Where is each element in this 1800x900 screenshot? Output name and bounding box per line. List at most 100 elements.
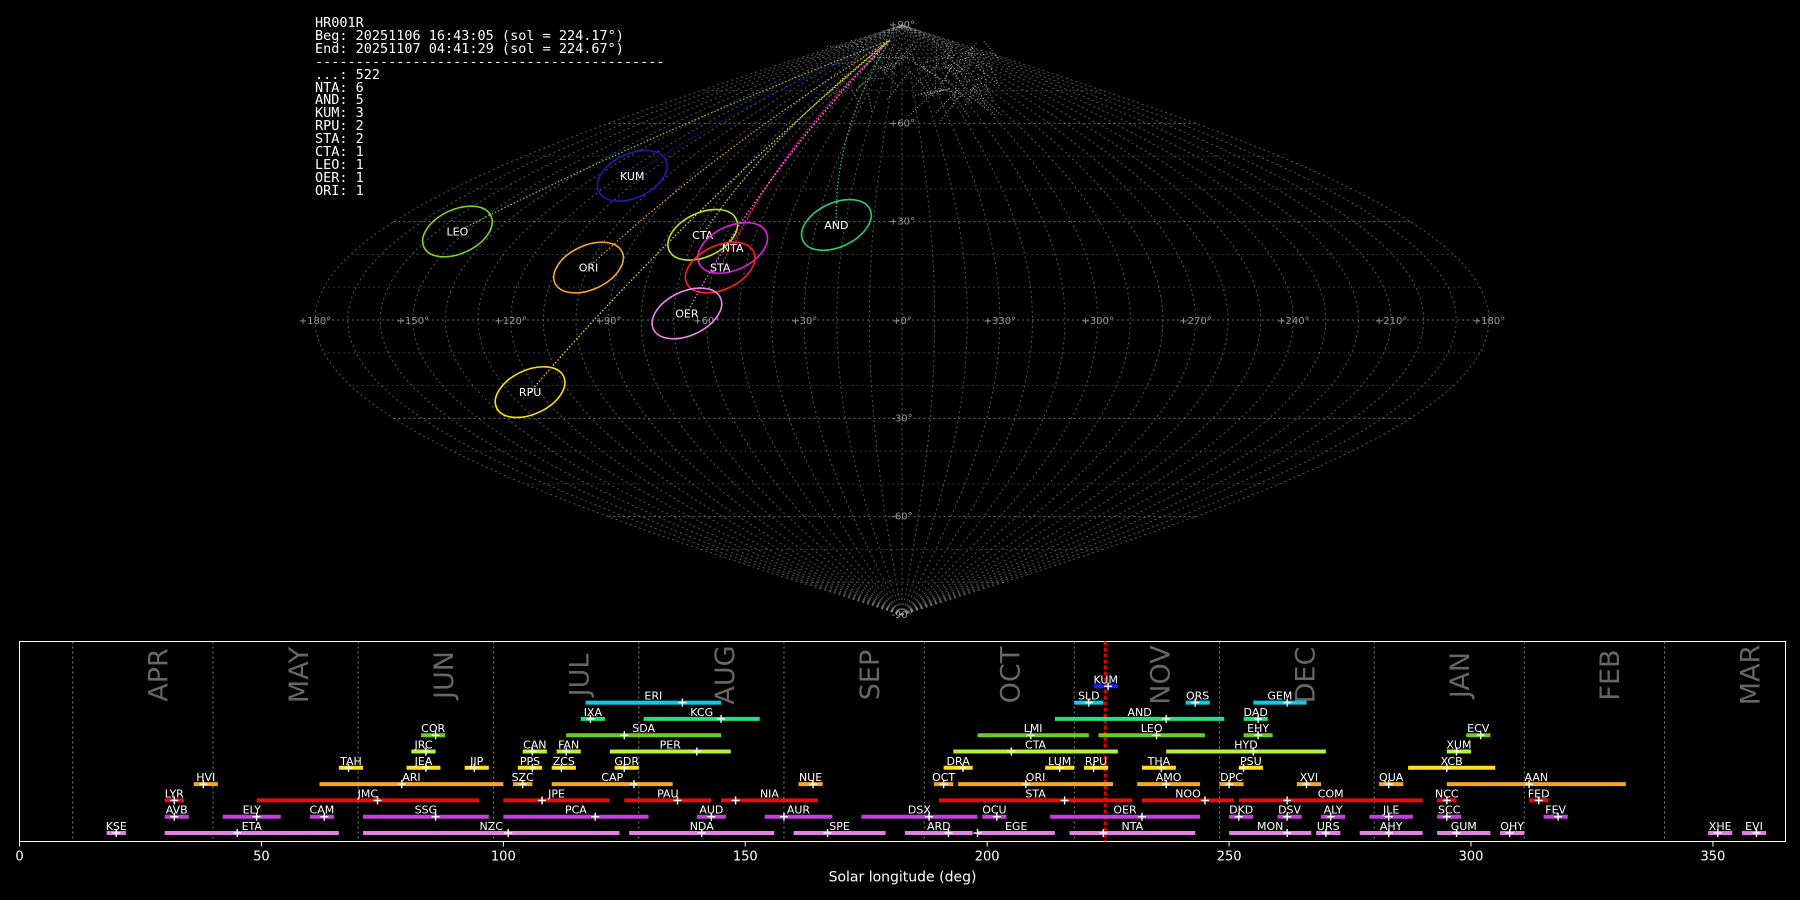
x-tick-label: 300 bbox=[1459, 850, 1484, 865]
shower-code-label: QUA bbox=[1379, 771, 1404, 784]
sporadic-trail bbox=[906, 90, 936, 119]
shower-entry: AND bbox=[1054, 706, 1225, 723]
shower-entry: ZCS bbox=[551, 755, 576, 772]
shower-code-label: HVI bbox=[196, 771, 215, 784]
radiant-markers: KUMLEOORICTANTASTAANDOERRPU bbox=[421, 39, 891, 419]
meridian-label: +210° bbox=[1375, 316, 1407, 327]
shower-code-label: XUM bbox=[1446, 739, 1471, 752]
parallel-label: +30° bbox=[889, 217, 915, 228]
month-label: APR bbox=[144, 648, 175, 702]
meridian-label: +330° bbox=[984, 316, 1016, 327]
shower-entry: SLD bbox=[1074, 690, 1104, 707]
shower-entry: DAD bbox=[1244, 706, 1268, 723]
sporadic-trail bbox=[912, 91, 931, 97]
shower-code-label: JPE bbox=[547, 787, 565, 800]
shower-entry: DSX bbox=[861, 804, 978, 821]
shower-entry: OCT bbox=[932, 771, 955, 789]
shower-entry: KSE bbox=[106, 820, 127, 837]
shower-code-label: SDA bbox=[632, 722, 655, 735]
shower-entry: THA bbox=[1141, 755, 1176, 772]
parallel-label: -30° bbox=[891, 413, 912, 424]
shower-code-label: THA bbox=[1147, 755, 1171, 768]
sporadic-trail bbox=[857, 79, 871, 88]
shower-code-label: MON bbox=[1257, 820, 1283, 833]
shower-entry: PCA bbox=[503, 804, 649, 821]
shower-entry: LUM bbox=[1045, 755, 1075, 772]
x-tick-label: 350 bbox=[1701, 850, 1726, 865]
shower-entry: NDA bbox=[629, 820, 775, 837]
month-label: JAN bbox=[1445, 652, 1476, 700]
shower-code-label: CAN bbox=[523, 739, 546, 752]
shower-code-label: LYR bbox=[165, 787, 184, 800]
shower-code-label: DPC bbox=[1220, 771, 1243, 784]
shower-entry: OHY bbox=[1500, 820, 1524, 837]
shower-entry: AMO bbox=[1137, 771, 1201, 789]
shower-code-label: OER bbox=[1113, 804, 1137, 817]
shower-code-label: ORI bbox=[1026, 771, 1046, 784]
meridian-label: +240° bbox=[1277, 316, 1309, 327]
shower-code-label: PPS bbox=[520, 755, 540, 768]
shower-code-label: IXA bbox=[584, 706, 603, 719]
shower-entry: PSU bbox=[1238, 755, 1263, 772]
radiant-label: KUM bbox=[620, 170, 644, 183]
sporadic-trail bbox=[830, 61, 852, 66]
sporadic-trail bbox=[847, 82, 861, 104]
shower-code-label: OCT bbox=[932, 771, 955, 784]
shower-code-label: COR bbox=[421, 722, 445, 735]
shower-code-label: PSU bbox=[1240, 755, 1262, 768]
shower-entry: FAN bbox=[556, 739, 581, 756]
shower-code-label: LEO bbox=[1141, 722, 1163, 735]
x-axis-label: Solar longitude (deg) bbox=[829, 870, 977, 886]
sporadic-trail bbox=[972, 87, 1003, 117]
sporadic-trail bbox=[972, 88, 997, 117]
x-tick-label: 250 bbox=[1217, 850, 1242, 865]
x-tick-label: 150 bbox=[733, 850, 758, 865]
shower-entry: NTA bbox=[1069, 820, 1196, 837]
shower-code-label: DSX bbox=[908, 804, 931, 817]
shower-code-label: FED bbox=[1528, 787, 1550, 800]
radiant-label: STA bbox=[710, 262, 731, 275]
sporadic-trail bbox=[867, 93, 873, 114]
shower-entry: KUM bbox=[1093, 673, 1118, 691]
shower-code-label: EGE bbox=[1005, 820, 1027, 833]
shower-code-label: JRC bbox=[413, 739, 432, 752]
meridian-label: +120° bbox=[494, 316, 526, 327]
shower-code-label: OHY bbox=[1500, 820, 1524, 833]
shower-code-label: PCA bbox=[565, 804, 587, 817]
shower-code-label: DRA bbox=[947, 755, 971, 768]
shower-code-label: AHY bbox=[1380, 820, 1403, 833]
sporadic-trail bbox=[859, 77, 884, 80]
shower-code-label: GUM bbox=[1451, 820, 1477, 833]
shower-code-label: TAH bbox=[339, 755, 362, 768]
meteor-trail bbox=[631, 39, 891, 177]
shower-entry: JMC bbox=[256, 787, 480, 805]
shower-entry: CAM bbox=[310, 804, 334, 821]
shower-entry: NIA bbox=[721, 787, 818, 805]
shower-entry: AUR bbox=[764, 804, 833, 821]
shower-entry: ORS bbox=[1185, 690, 1210, 707]
shower-entry: ALY bbox=[1321, 804, 1346, 821]
parallel-label: -90° bbox=[891, 610, 912, 621]
shower-code-label: NZC bbox=[480, 820, 504, 833]
shower-code-label: XVI bbox=[1300, 771, 1318, 784]
shower-entry: GEM bbox=[1253, 690, 1307, 707]
shower-entry: PPS bbox=[517, 755, 543, 772]
shower-entry: JLE bbox=[1369, 804, 1413, 821]
shower-entry: RPU bbox=[1083, 755, 1109, 772]
shower-code-label: OCU bbox=[982, 804, 1006, 817]
shower-entry: CAN bbox=[522, 739, 547, 756]
shower-entry: AAN bbox=[1446, 771, 1626, 789]
shower-entry: EGE bbox=[973, 820, 1055, 837]
meteor-trail bbox=[529, 39, 891, 393]
shower-code-label: AND bbox=[1127, 706, 1151, 719]
timeline-plot-area bbox=[19, 641, 1786, 842]
meridian-label: +0° bbox=[892, 316, 912, 327]
radiant-label: AND bbox=[824, 219, 848, 232]
shower-entry: PAU bbox=[624, 787, 712, 805]
month-label: SEP bbox=[855, 650, 886, 700]
shower-code-label: GDR bbox=[614, 755, 639, 768]
shower-code-label: ARD bbox=[927, 820, 951, 833]
x-tick-label: 100 bbox=[491, 850, 516, 865]
month-label: DEC bbox=[1290, 647, 1321, 704]
radiant-label: OER bbox=[675, 307, 699, 320]
